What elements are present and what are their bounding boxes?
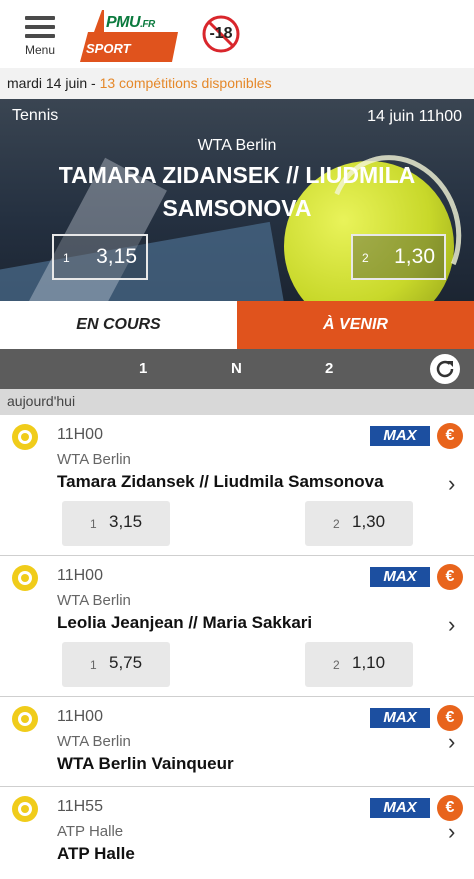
- logo-sport-text: SPORT: [86, 41, 131, 56]
- age-restriction-icon: -18: [202, 15, 240, 53]
- event-time: 11H55: [57, 798, 103, 815]
- logo-pmu: PMU: [106, 14, 141, 31]
- event-competition: ATP Halle: [57, 823, 124, 840]
- max-badge: MAX: [370, 426, 430, 446]
- logo-pmu-text: PMU.FR: [106, 14, 155, 32]
- section-today: aujourd'hui: [0, 389, 474, 415]
- app-header: Menu PMU.FR SPORT -18: [0, 0, 474, 68]
- column-2: 2: [325, 360, 334, 377]
- odd-1-button[interactable]: 1 5,75: [62, 642, 170, 687]
- column-n: N: [231, 360, 242, 377]
- tennis-icon: [12, 565, 38, 591]
- odd-value: 5,75: [109, 653, 143, 672]
- event-row[interactable]: 11H00 WTA Berlin Tamara Zidansek // Liud…: [0, 415, 474, 556]
- date-bar: mardi 14 juin - 13 compétitions disponib…: [0, 68, 474, 99]
- odd-value: 3,15: [109, 512, 143, 531]
- pmu-sport-logo[interactable]: PMU.FR SPORT: [80, 10, 178, 62]
- max-badge: MAX: [370, 567, 430, 587]
- odd-value: 1,30: [352, 512, 386, 531]
- event-time: 11H00: [57, 426, 103, 443]
- age-limit-text: -18: [209, 25, 233, 42]
- odd-1-button[interactable]: 1 3,15: [62, 501, 170, 546]
- odd-index: 2: [333, 658, 340, 672]
- odd-index: 1: [90, 658, 97, 672]
- max-badge: MAX: [370, 798, 430, 818]
- event-tabs: EN COURS À VENIR: [0, 301, 474, 349]
- chevron-right-icon[interactable]: ›: [448, 819, 455, 845]
- odd-value: 1,30: [394, 245, 435, 268]
- event-name: Leolia Jeanjean // Maria Sakkari: [57, 613, 313, 632]
- event-row[interactable]: 11H55 ATP Halle ATP Halle MAX € ›: [0, 787, 474, 879]
- odd-value: 3,15: [96, 245, 137, 268]
- event-competition: WTA Berlin: [57, 592, 131, 609]
- chevron-right-icon[interactable]: ›: [448, 612, 455, 638]
- hero-competition: WTA Berlin: [197, 137, 277, 154]
- column-1: 1: [139, 360, 148, 377]
- odd-index: 1: [63, 251, 70, 265]
- event-name: WTA Berlin Vainqueur: [57, 754, 234, 773]
- odd-2-button[interactable]: 2 1,30: [305, 501, 413, 546]
- euro-icon: €: [437, 423, 463, 449]
- chevron-right-icon[interactable]: ›: [448, 471, 455, 497]
- odd-index: 2: [333, 517, 340, 531]
- hero-odd-2-button[interactable]: 2 1,30: [351, 234, 446, 280]
- max-badge: MAX: [370, 708, 430, 728]
- hero-datetime: 14 juin 11h00: [367, 108, 462, 125]
- euro-icon: €: [437, 705, 463, 731]
- event-name: ATP Halle: [57, 844, 135, 863]
- date-text: mardi 14 juin -: [7, 75, 100, 91]
- menu-button[interactable]: Menu: [22, 16, 58, 57]
- odd-index: 1: [90, 517, 97, 531]
- event-row[interactable]: 11H00 WTA Berlin Leolia Jeanjean // Mari…: [0, 556, 474, 697]
- odds-column-header: 1 N 2: [0, 349, 474, 389]
- logo-fr: .FR: [140, 19, 155, 30]
- tennis-icon: [12, 796, 38, 822]
- tennis-icon: [12, 424, 38, 450]
- event-competition: WTA Berlin: [57, 451, 131, 468]
- event-competition: WTA Berlin: [57, 733, 131, 750]
- hero-sport: Tennis: [12, 107, 59, 124]
- featured-match-banner[interactable]: Tennis 14 juin 11h00 WTA Berlin TAMARA Z…: [0, 99, 474, 301]
- hamburger-icon: [25, 16, 55, 20]
- event-time: 11H00: [57, 708, 103, 725]
- tennis-icon: [12, 706, 38, 732]
- euro-icon: €: [437, 564, 463, 590]
- event-row[interactable]: 11H00 WTA Berlin WTA Berlin Vainqueur MA…: [0, 697, 474, 787]
- hamburger-bar: [25, 25, 55, 29]
- competitions-link[interactable]: 13 compétitions disponibles: [100, 75, 272, 91]
- odd-index: 2: [362, 251, 369, 265]
- refresh-icon[interactable]: [430, 354, 460, 384]
- menu-label: Menu: [24, 43, 56, 57]
- odd-value: 1,10: [352, 653, 386, 672]
- euro-icon: €: [437, 795, 463, 821]
- event-name: Tamara Zidansek // Liudmila Samsonova: [57, 472, 384, 491]
- hero-odd-1-button[interactable]: 1 3,15: [52, 234, 148, 280]
- hamburger-bar: [25, 34, 55, 38]
- odd-2-button[interactable]: 2 1,10: [305, 642, 413, 687]
- chevron-right-icon[interactable]: ›: [448, 729, 455, 755]
- tab-a-venir[interactable]: À VENIR: [237, 301, 474, 349]
- event-time: 11H00: [57, 567, 103, 584]
- tab-en-cours[interactable]: EN COURS: [0, 301, 237, 349]
- hero-match-title: TAMARA ZIDANSEK // LIUDMILA SAMSONOVA: [58, 162, 416, 221]
